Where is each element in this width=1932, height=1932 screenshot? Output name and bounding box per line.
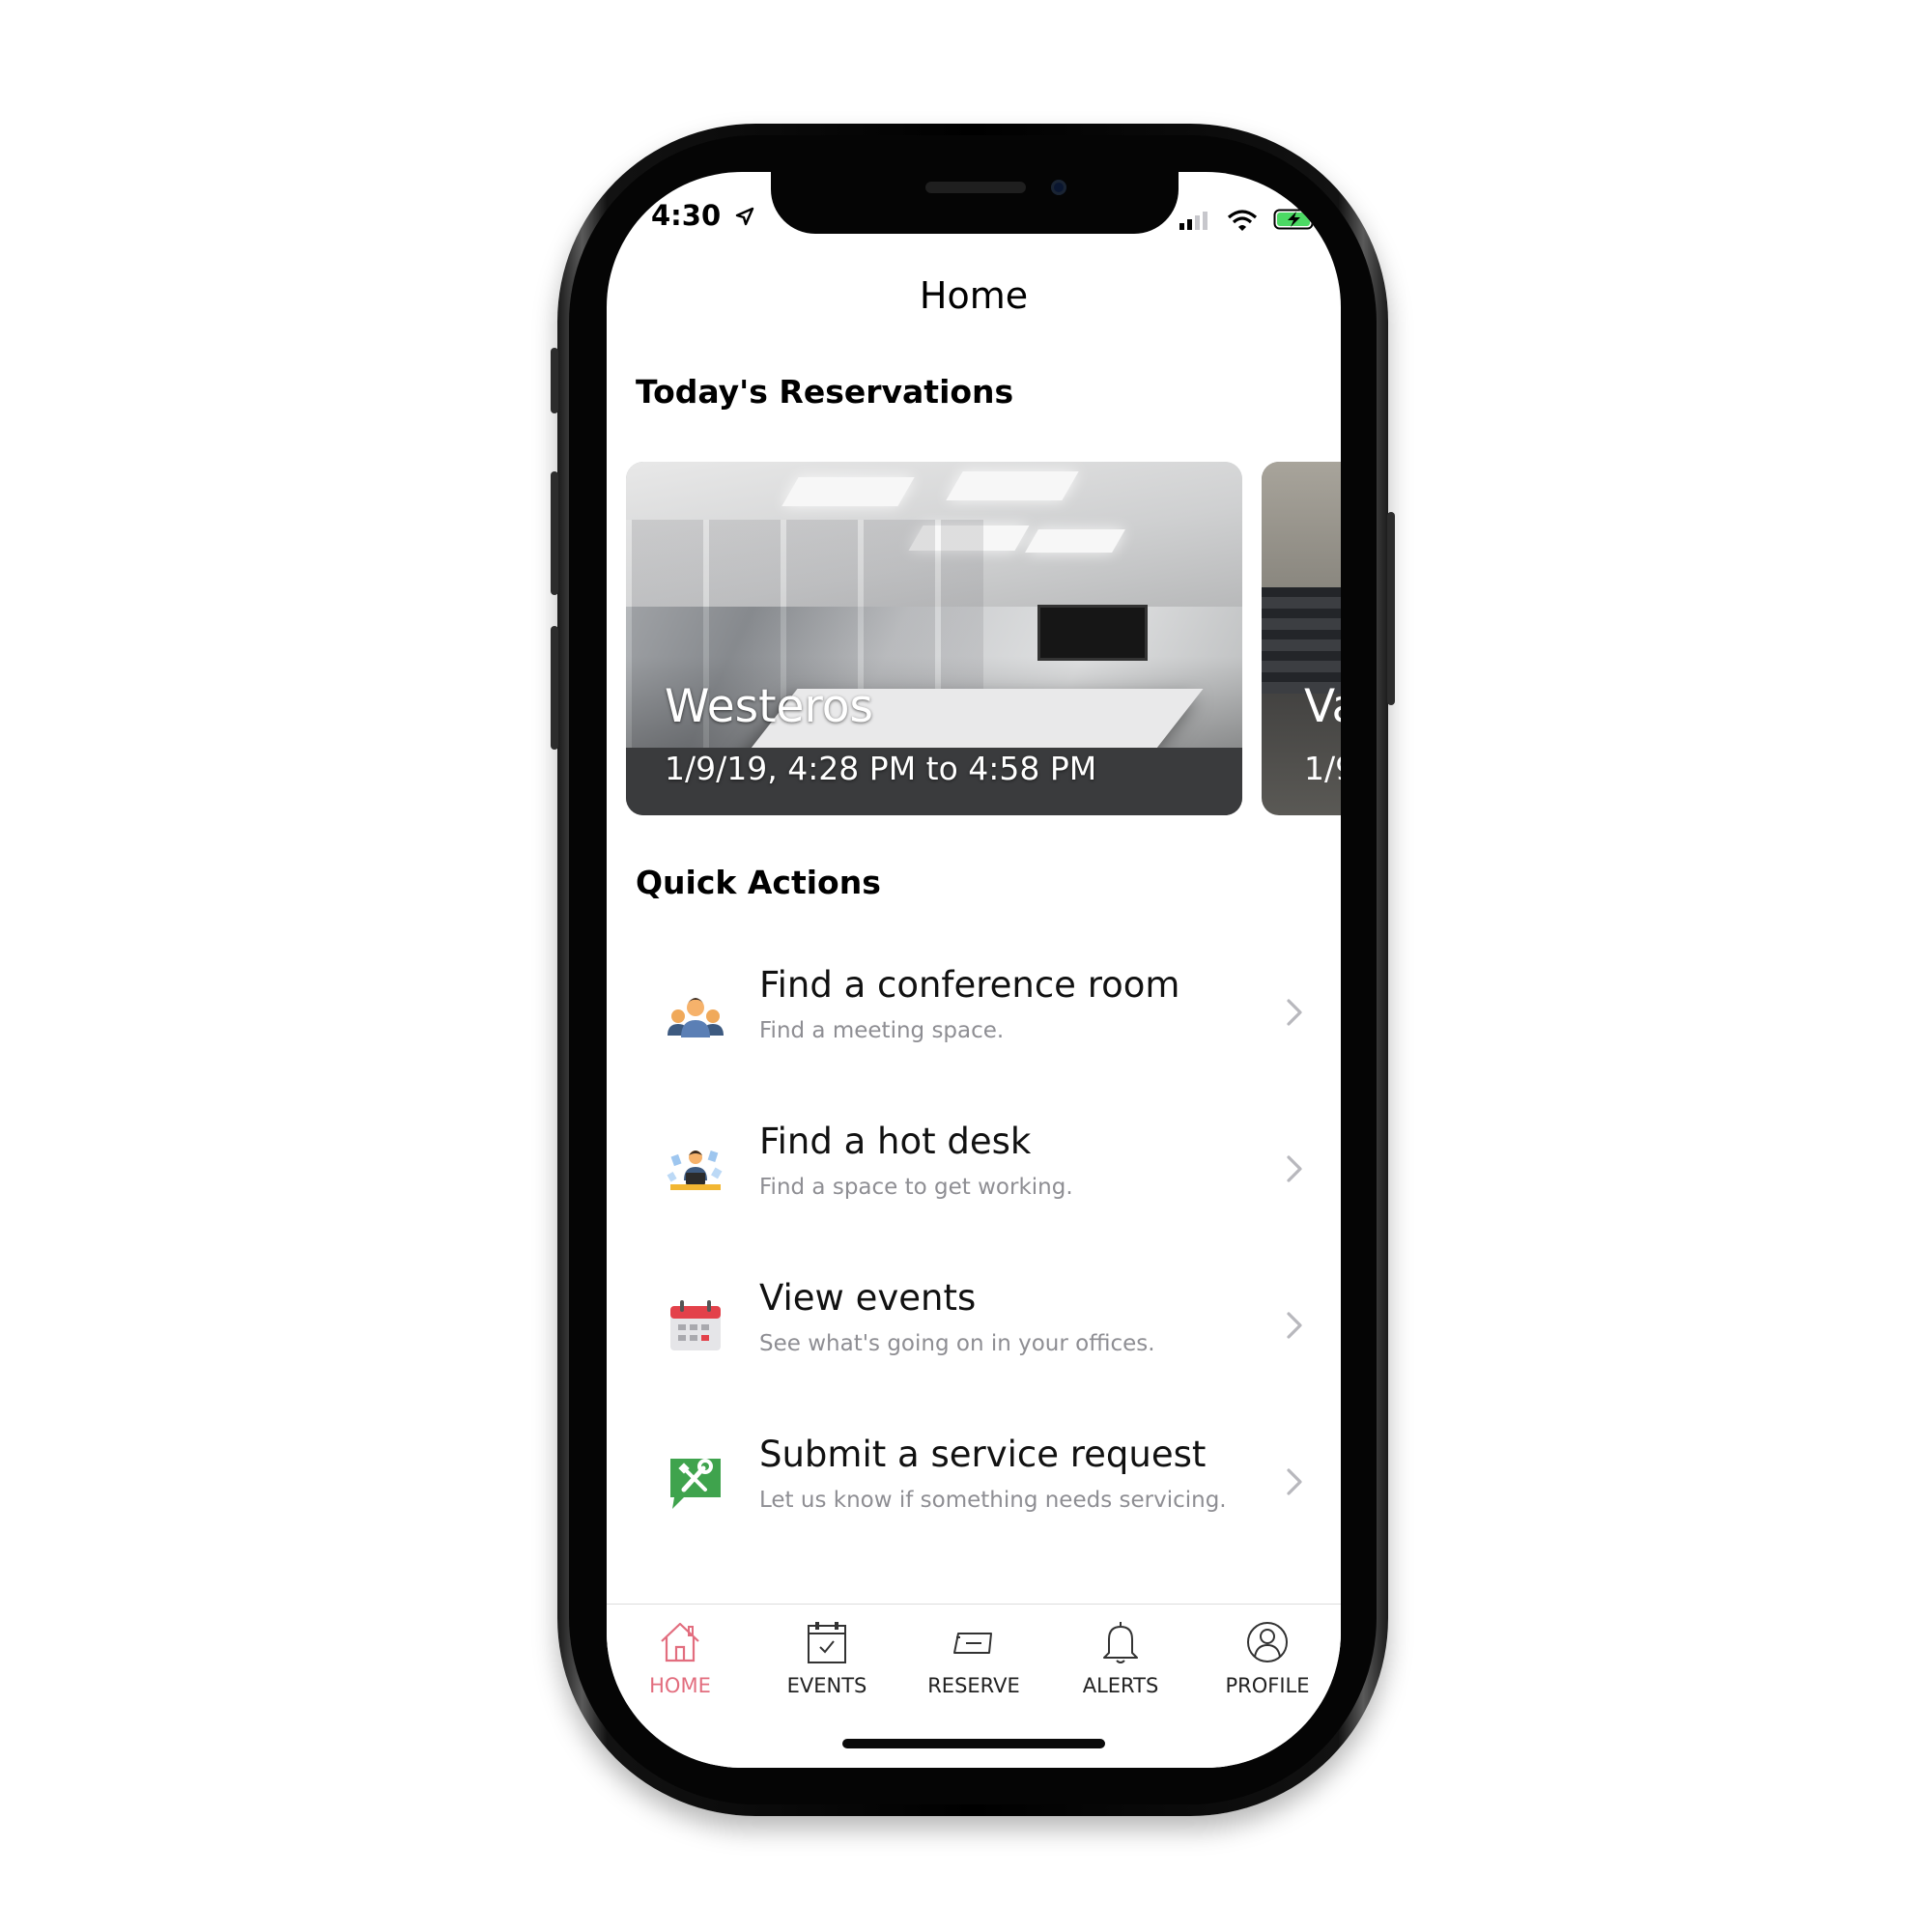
- tools-bubble-icon: [670, 1459, 721, 1509]
- room-photo-tv: [1037, 605, 1148, 661]
- volume-up-button: [551, 471, 558, 595]
- silent-switch: [551, 348, 558, 413]
- chevron-right-icon: [1287, 1312, 1302, 1339]
- battery-charging-icon: [1273, 209, 1318, 230]
- status-time: 4:30: [651, 199, 755, 232]
- tab-label: PROFILE: [1225, 1674, 1310, 1697]
- wifi-icon: [1228, 210, 1258, 231]
- tab-profile[interactable]: PROFILE: [1194, 1618, 1341, 1715]
- speaker-grille: [925, 182, 1026, 193]
- ceiling-light: [1025, 529, 1125, 553]
- calendar-icon: [670, 1300, 721, 1350]
- action-view-events[interactable]: View events See what's going on in your …: [607, 1248, 1341, 1405]
- action-title: View events: [759, 1277, 977, 1319]
- app-screen: 4:30 Home Today's Reservations Westeros …: [607, 172, 1341, 1768]
- tab-alerts[interactable]: ALERTS: [1047, 1618, 1194, 1715]
- calendar-check-icon: [808, 1622, 846, 1663]
- people-group-icon: [668, 998, 724, 1037]
- volume-down-button: [551, 626, 558, 750]
- power-button: [1387, 512, 1395, 705]
- tab-events[interactable]: EVENTS: [753, 1618, 900, 1715]
- status-icons: [1179, 205, 1320, 238]
- bell-icon: [1103, 1622, 1138, 1663]
- reservation-room-name: Westeros: [665, 680, 873, 733]
- status-time-text: 4:30: [651, 199, 722, 232]
- reservation-time: 1/9: [1304, 750, 1341, 787]
- home-icon: [661, 1622, 699, 1662]
- tab-home[interactable]: HOME: [607, 1618, 753, 1715]
- action-subtitle: See what's going on in your offices.: [759, 1331, 1155, 1356]
- page-title: Home: [919, 274, 1029, 317]
- chevron-right-icon: [1287, 1155, 1302, 1182]
- cellular-signal-icon: [1179, 212, 1208, 230]
- action-find-conference-room[interactable]: Find a conference room Find a meeting sp…: [607, 935, 1341, 1092]
- action-title: Submit a service request: [759, 1434, 1207, 1475]
- action-subtitle: Find a meeting space.: [759, 1018, 1005, 1043]
- reservation-room-name: Va: [1304, 680, 1341, 733]
- location-arrow-icon: [736, 207, 754, 226]
- ticket-icon: [953, 1633, 992, 1654]
- ceiling-light: [781, 477, 915, 506]
- reservation-time: 1/9/19, 4:28 PM to 4:58 PM: [665, 750, 1097, 787]
- desk-worker-icon: [667, 1151, 723, 1190]
- chevron-right-icon: [1287, 999, 1302, 1026]
- action-title: Find a conference room: [759, 964, 1180, 1006]
- reservation-card[interactable]: Westeros 1/9/19, 4:28 PM to 4:58 PM: [626, 462, 1242, 815]
- user-circle-icon: [1247, 1622, 1288, 1662]
- action-subtitle: Let us know if something needs servicing…: [759, 1488, 1227, 1513]
- action-find-hot-desk[interactable]: Find a hot desk Find a space to get work…: [607, 1092, 1341, 1248]
- tab-label: ALERTS: [1082, 1674, 1159, 1697]
- ceiling-light: [946, 471, 1079, 500]
- action-submit-service-request[interactable]: Submit a service request Let us know if …: [607, 1405, 1341, 1561]
- room-photo-chairs: [1262, 587, 1341, 694]
- chevron-right-icon: [1287, 1468, 1302, 1495]
- tab-label: HOME: [649, 1674, 711, 1697]
- quick-actions-heading: Quick Actions: [636, 864, 881, 901]
- home-indicator[interactable]: [842, 1739, 1105, 1748]
- action-title: Find a hot desk: [759, 1121, 1032, 1162]
- tab-label: EVENTS: [786, 1674, 867, 1697]
- tab-reserve[interactable]: RESERVE: [900, 1618, 1047, 1715]
- action-subtitle: Find a space to get working.: [759, 1175, 1073, 1200]
- notch: [771, 172, 1179, 234]
- tab-label: RESERVE: [927, 1674, 1020, 1697]
- room-photo-ceiling: [1262, 462, 1341, 587]
- reservations-heading: Today's Reservations: [636, 373, 1014, 411]
- front-camera: [1051, 180, 1066, 195]
- reservation-card-next[interactable]: Va 1/9: [1262, 462, 1341, 815]
